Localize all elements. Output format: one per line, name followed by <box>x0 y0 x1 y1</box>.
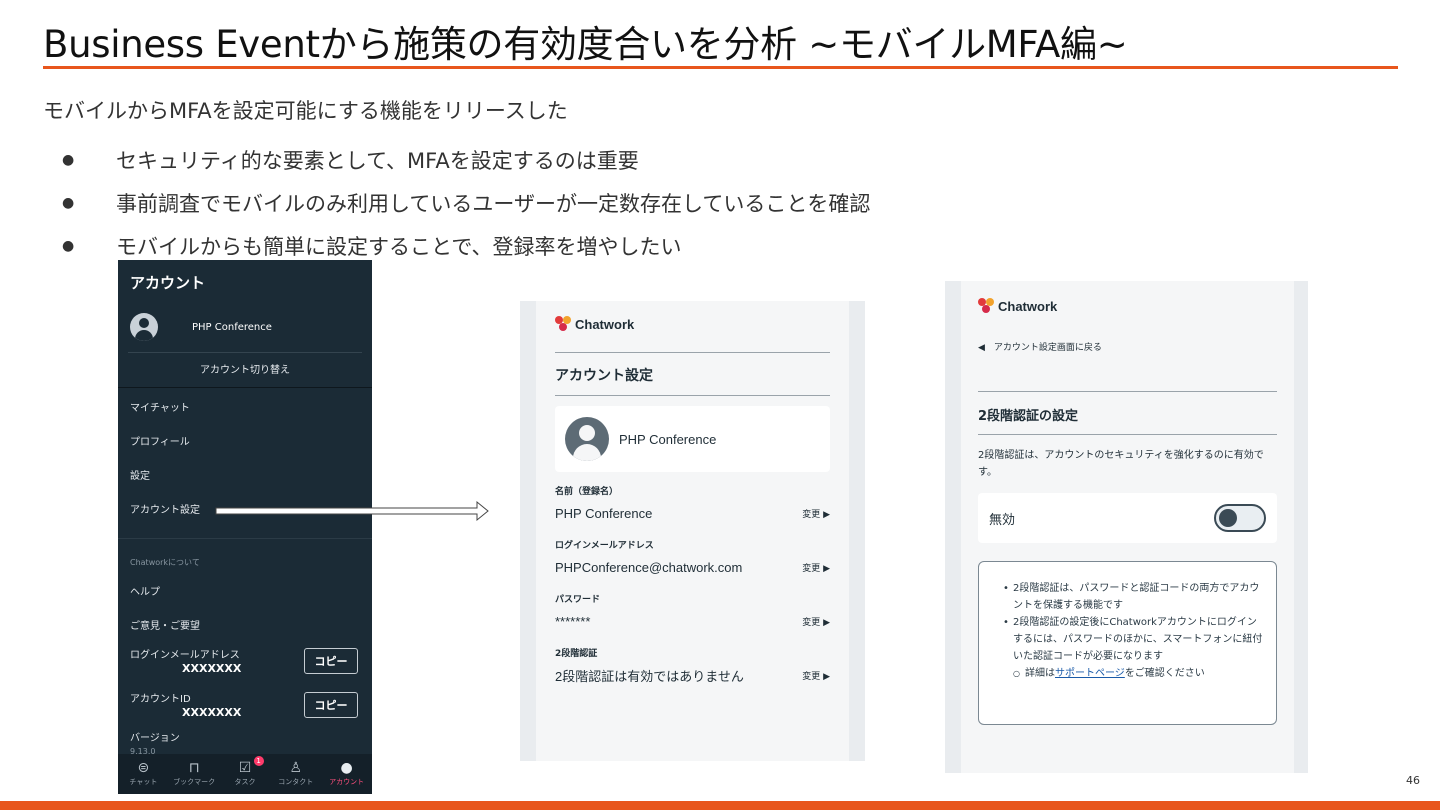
note-detail: 詳細はサポートページをご確認ください <box>1003 665 1264 682</box>
change-email-link[interactable]: 変更 ▶ <box>802 561 830 574</box>
about-section-label: Chatworkについて <box>118 538 372 576</box>
account-settings-heading: アカウント設定 <box>555 368 653 384</box>
two-factor-status-label: 無効 <box>989 512 1016 528</box>
email-field-value: PHPConference@chatwork.com <box>555 559 743 575</box>
two-factor-notes-box: 2段階認証は、パスワードと認証コードの両方でアカウントを保護する機能です 2段階… <box>978 561 1277 725</box>
note-item: 2段階認証は、パスワードと認証コードの両方でアカウントを保護する機能です <box>1003 580 1264 614</box>
menu-header: アカウント <box>130 274 206 292</box>
divider <box>978 434 1277 435</box>
account-icon: ● <box>340 760 353 776</box>
two-factor-description: 2段階認証は、アカウントのセキュリティを強化するのに有効です。 <box>978 450 1264 478</box>
name-field-row: PHP Conference 変更 ▶ <box>555 500 830 526</box>
note-item: 2段階認証の設定後にChatworkアカウントにログインするには、パスワードのほ… <box>1003 614 1264 665</box>
menu-item-profile[interactable]: プロフィール <box>118 426 372 460</box>
avatar-icon <box>130 313 158 341</box>
version-label: バージョン <box>130 733 180 744</box>
menu-item-my-chat[interactable]: マイチャット <box>118 392 372 426</box>
bookmark-icon: ⊓ <box>188 760 200 776</box>
menu-list-2: ヘルプ ご意見・ご要望 <box>118 576 372 644</box>
password-field-value: ******* <box>555 613 591 629</box>
bullet-dot-icon: ● <box>62 194 75 211</box>
chatwork-logo: Chatwork <box>978 298 1277 314</box>
task-badge: 1 <box>253 756 264 766</box>
lead-text: モバイルからMFAを設定可能にする機能をリリースした <box>43 99 568 123</box>
bullet-item: ● セキュリティ的な要素として、MFAを設定するのは重要 <box>62 148 639 173</box>
profile-name: PHP Conference <box>619 431 717 447</box>
bullet-list: ● セキュリティ的な要素として、MFAを設定するのは重要 ● 事前調査でモバイルのみ… <box>62 138 870 267</box>
account-settings-screenshot: Chatwork アカウント設定 PHP Conference 名前（登録名） … <box>520 301 865 761</box>
menu-item-settings[interactable]: 設定 <box>118 460 372 494</box>
login-email-label: ログインメールアドレス <box>130 650 240 661</box>
email-field-row: PHPConference@chatwork.com 変更 ▶ <box>555 554 830 580</box>
change-two-factor-link[interactable]: 変更 ▶ <box>802 669 830 682</box>
change-password-link[interactable]: 変更 ▶ <box>802 615 830 628</box>
two-factor-field-label: 2段階認証 <box>555 649 598 659</box>
bullet-dot-icon: ● <box>62 151 75 168</box>
menu-user-row[interactable]: PHP Conference <box>118 302 372 352</box>
switch-account-button[interactable]: アカウント切り替え <box>128 352 362 387</box>
support-page-link[interactable]: サポートページ <box>1055 668 1125 679</box>
password-field-label: パスワード <box>555 595 601 605</box>
mobile-account-menu-screenshot: アカウント PHP Conference アカウント切り替え マイチャット プロ… <box>118 260 372 794</box>
password-field-row: ******* 変更 ▶ <box>555 608 830 634</box>
two-factor-field-row: 2段階認証は有効ではありません 変更 ▶ <box>555 662 830 688</box>
copy-account-id-button[interactable]: コピー <box>304 692 358 718</box>
two-factor-toggle[interactable] <box>1214 504 1266 532</box>
name-field-value: PHP Conference <box>555 505 653 521</box>
contact-icon: ♙ <box>289 760 303 776</box>
login-email-value: XXXXXXX <box>182 662 242 675</box>
bullet-item: ● 事前調査でモバイルのみ利用しているユーザーが一定数存在していることを確認 <box>62 191 871 216</box>
footer-accent-bar <box>0 801 1440 810</box>
bottom-tab-bar: ⊜ チャット ⊓ ブックマーク ☑ 1 タスク ♙ コンタクト ● アカウント <box>118 754 372 794</box>
menu-user-name: PHP Conference <box>192 321 272 333</box>
account-id-value: XXXXXXX <box>182 706 242 719</box>
title-underline <box>43 66 1398 69</box>
chat-icon: ⊜ <box>137 760 150 776</box>
two-factor-heading: 2段階認証の設定 <box>978 409 1079 424</box>
two-factor-settings-screenshot: Chatwork ◀ アカウント設定画面に戻る 2段階認証の設定 2段階認証は、… <box>945 281 1308 773</box>
login-email-row: ログインメールアドレス XXXXXXX コピー <box>118 644 372 688</box>
menu-item-help[interactable]: ヘルプ <box>118 576 372 610</box>
bullet-dot-icon: ● <box>62 237 75 254</box>
account-id-row: アカウントID XXXXXXX コピー <box>118 688 372 732</box>
tab-task[interactable]: ☑ 1 タスク <box>220 754 271 794</box>
avatar-icon <box>565 417 609 461</box>
tab-account[interactable]: ● アカウント <box>321 754 372 794</box>
tab-contact[interactable]: ♙ コンタクト <box>270 754 321 794</box>
two-factor-toggle-row: 無効 <box>978 493 1277 543</box>
two-factor-field-value: 2段階認証は有効ではありません <box>555 668 744 684</box>
tab-chat[interactable]: ⊜ チャット <box>118 754 169 794</box>
change-name-link[interactable]: 変更 ▶ <box>802 507 830 520</box>
account-id-label: アカウントID <box>130 694 191 705</box>
back-to-account-settings-link[interactable]: ◀ アカウント設定画面に戻る <box>978 340 1277 353</box>
arrow-icon <box>215 500 489 522</box>
chatwork-logo: Chatwork <box>555 316 830 332</box>
tab-bookmark[interactable]: ⊓ ブックマーク <box>169 754 220 794</box>
divider <box>555 395 830 396</box>
name-field-label: 名前（登録名） <box>555 487 619 497</box>
email-field-label: ログインメールアドレス <box>555 541 654 551</box>
chatwork-logo-icon <box>978 298 995 314</box>
slide-title: Business Eventから施策の有効度合いを分析 ~モバイルMFA編~ <box>43 23 1128 66</box>
profile-card: PHP Conference <box>555 406 830 472</box>
chatwork-logo-icon <box>555 316 572 332</box>
page-number: 46 <box>1406 774 1420 787</box>
copy-email-button[interactable]: コピー <box>304 648 358 674</box>
menu-item-feedback[interactable]: ご意見・ご要望 <box>118 610 372 644</box>
